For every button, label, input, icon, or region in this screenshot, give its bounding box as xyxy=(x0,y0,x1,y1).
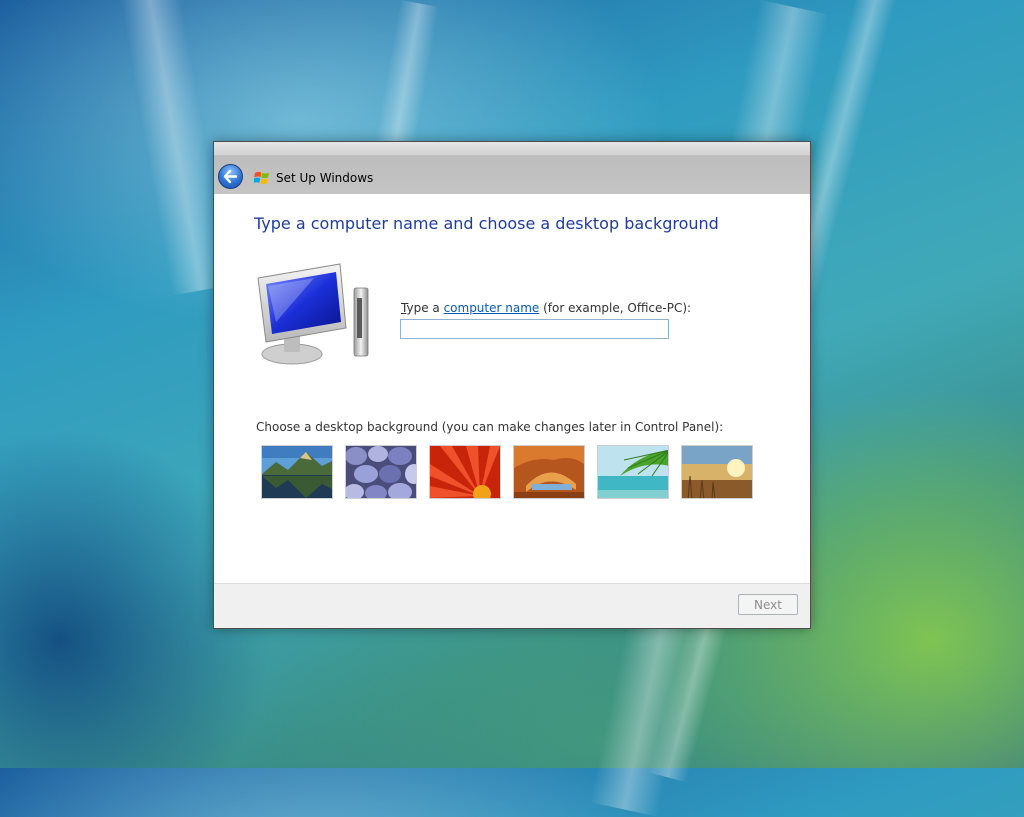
red-flower-image xyxy=(430,446,500,498)
title-bar: Set Up Windows xyxy=(214,142,810,194)
next-button[interactable]: Next xyxy=(738,594,798,615)
back-button[interactable] xyxy=(218,164,243,189)
thumbnail-pebbles[interactable] xyxy=(345,445,417,499)
footer-bar: Next xyxy=(214,583,810,628)
thumbnail-sunset-grass[interactable] xyxy=(681,445,753,499)
content-area: Type a computer name and choose a deskto… xyxy=(214,194,810,585)
pebbles-image xyxy=(346,446,416,498)
page-heading: Type a computer name and choose a deskto… xyxy=(254,214,719,233)
computer-name-input[interactable] xyxy=(400,319,669,339)
window-title: Set Up Windows xyxy=(276,171,374,185)
thumbnail-red-flower[interactable] xyxy=(429,445,501,499)
desktop-background-label: Choose a desktop background (you can mak… xyxy=(256,420,724,434)
thumbnail-palm-beach[interactable] xyxy=(597,445,669,499)
windows-logo-icon xyxy=(254,171,269,184)
computer-monitor-icon xyxy=(257,263,369,365)
wallpaper-streak xyxy=(372,0,440,165)
sunset-grass-image xyxy=(682,446,752,498)
computer-name-help-link[interactable]: computer name xyxy=(444,301,540,315)
thumbnail-rock-arch[interactable] xyxy=(513,445,585,499)
setup-window: Set Up Windows Type a computer name and … xyxy=(213,141,811,629)
computer-name-label: Type a computer name (for example, Offic… xyxy=(401,301,691,315)
mountain-lake-image xyxy=(262,446,332,498)
label-suffix: (for example, Office-PC): xyxy=(539,301,692,315)
rock-arch-image xyxy=(514,446,584,498)
thumbnail-mountain-lake[interactable] xyxy=(261,445,333,499)
palm-beach-image xyxy=(598,446,668,498)
back-arrow-icon xyxy=(223,169,238,184)
label-prefix: ype a xyxy=(406,301,444,315)
